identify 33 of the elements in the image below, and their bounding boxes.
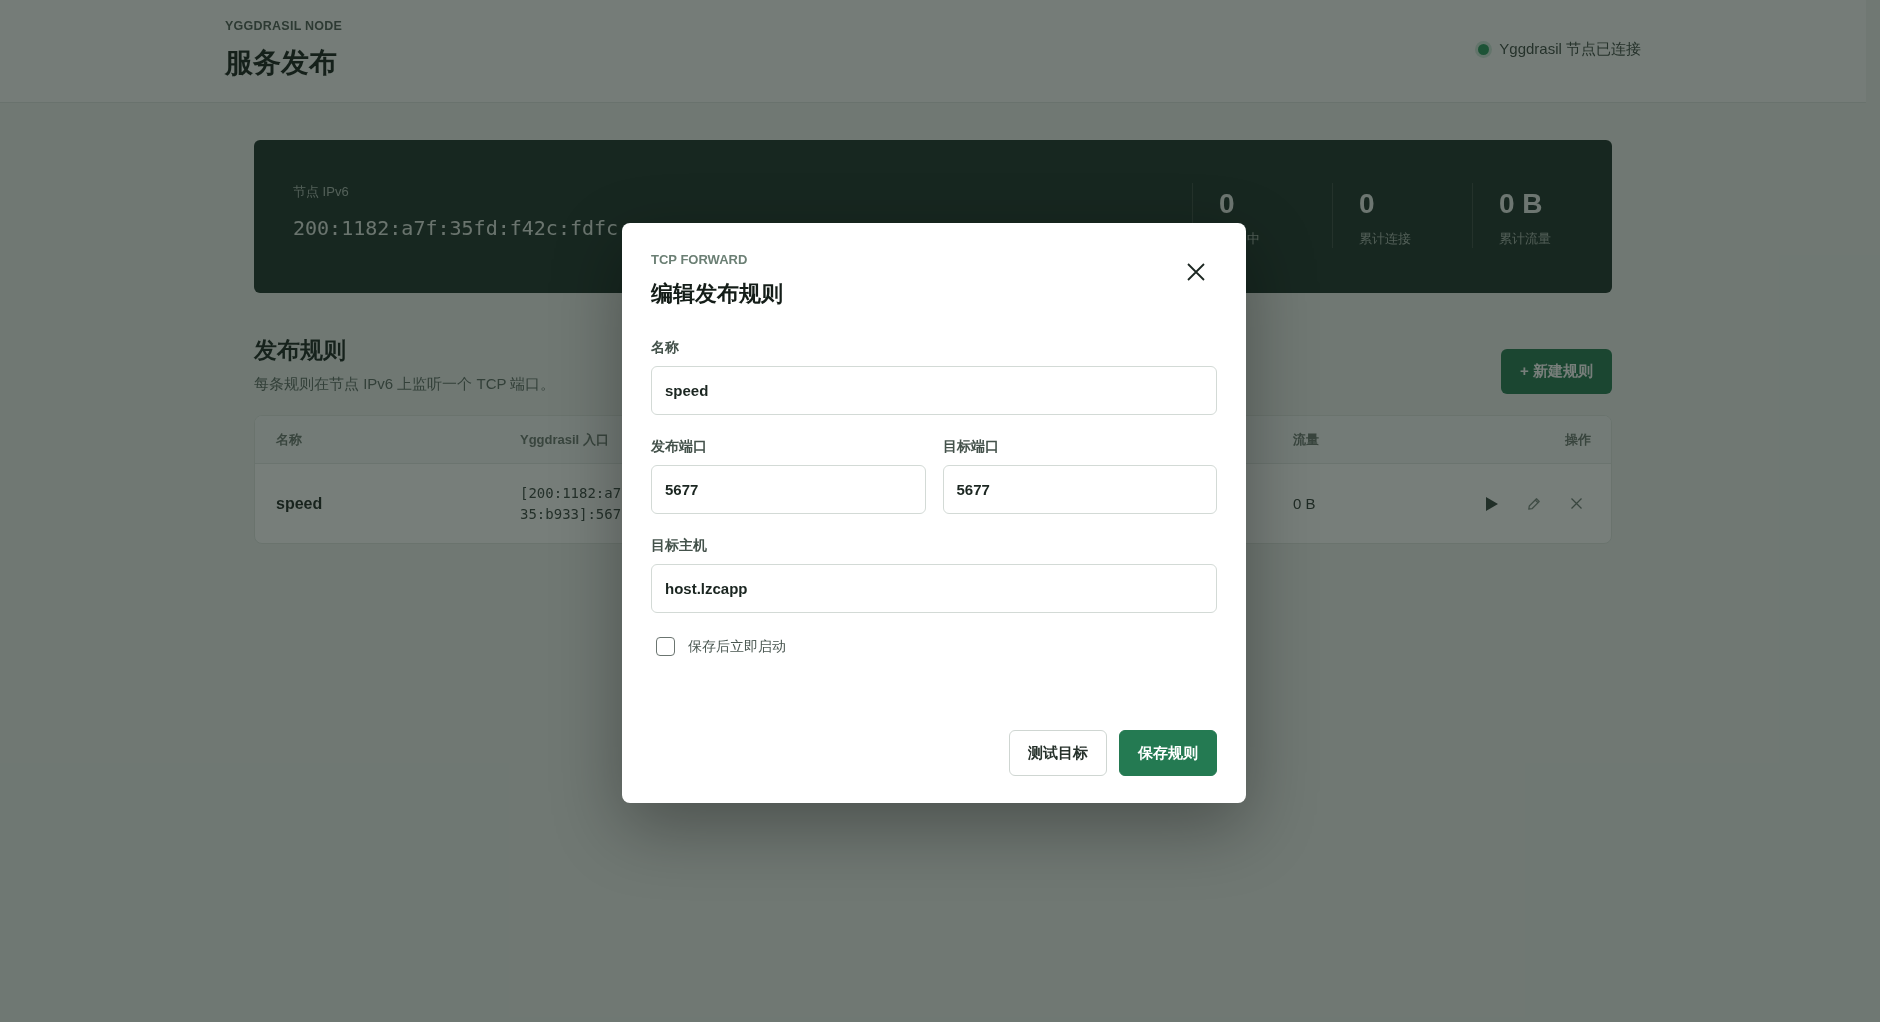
page-title: 服务发布 [225, 46, 337, 80]
column-header: 操作 [1565, 430, 1591, 449]
pencil-icon [1528, 497, 1540, 510]
stat-label: 累计连接 [1359, 230, 1411, 248]
field-label: 名称 [651, 338, 679, 357]
traffic-value: 0 B [1293, 495, 1316, 512]
dialog-title: 编辑发布规则 [651, 280, 783, 308]
stat-value: 0 [1219, 187, 1235, 221]
field-label: 发布端口 [651, 437, 707, 456]
field-label: 目标主机 [651, 536, 707, 555]
checkbox[interactable] [656, 636, 675, 656]
node-address: 200:1182:a7f:35fd:f42c:fdfc [293, 215, 619, 241]
checkbox-label: 保存后立即启动 [688, 637, 786, 656]
rule-name: speed [276, 494, 323, 513]
field-label: 目标端口 [942, 437, 999, 456]
test-button[interactable]: 测试目标 [1009, 730, 1107, 776]
dialog-eyebrow: TCP FORWARD [651, 251, 748, 269]
play-icon [1486, 496, 1498, 511]
app-eyebrow: YGGDRASIL NODE [225, 18, 343, 34]
text-input[interactable]: speed [651, 366, 1217, 415]
stat-value: 0 B [1499, 187, 1543, 221]
close-icon [1187, 263, 1205, 281]
entry-address: [200:1182:a7 35:b933]:567 [520, 483, 622, 524]
column-header: 名称 [276, 430, 302, 449]
column-header: 流量 [1293, 430, 1319, 449]
connection-status: Yggdrasil 节点已连接 [1499, 39, 1641, 59]
text-input[interactable]: 5677 [942, 465, 1217, 514]
text-input[interactable]: host.lzcapp [651, 564, 1217, 613]
save-button[interactable]: 保存规则 [1119, 730, 1217, 776]
close-icon [1570, 498, 1582, 509]
stat-value: 0 [1359, 187, 1375, 221]
section-title: 发布规则 [254, 336, 346, 365]
text-input[interactable]: 5677 [651, 465, 926, 514]
